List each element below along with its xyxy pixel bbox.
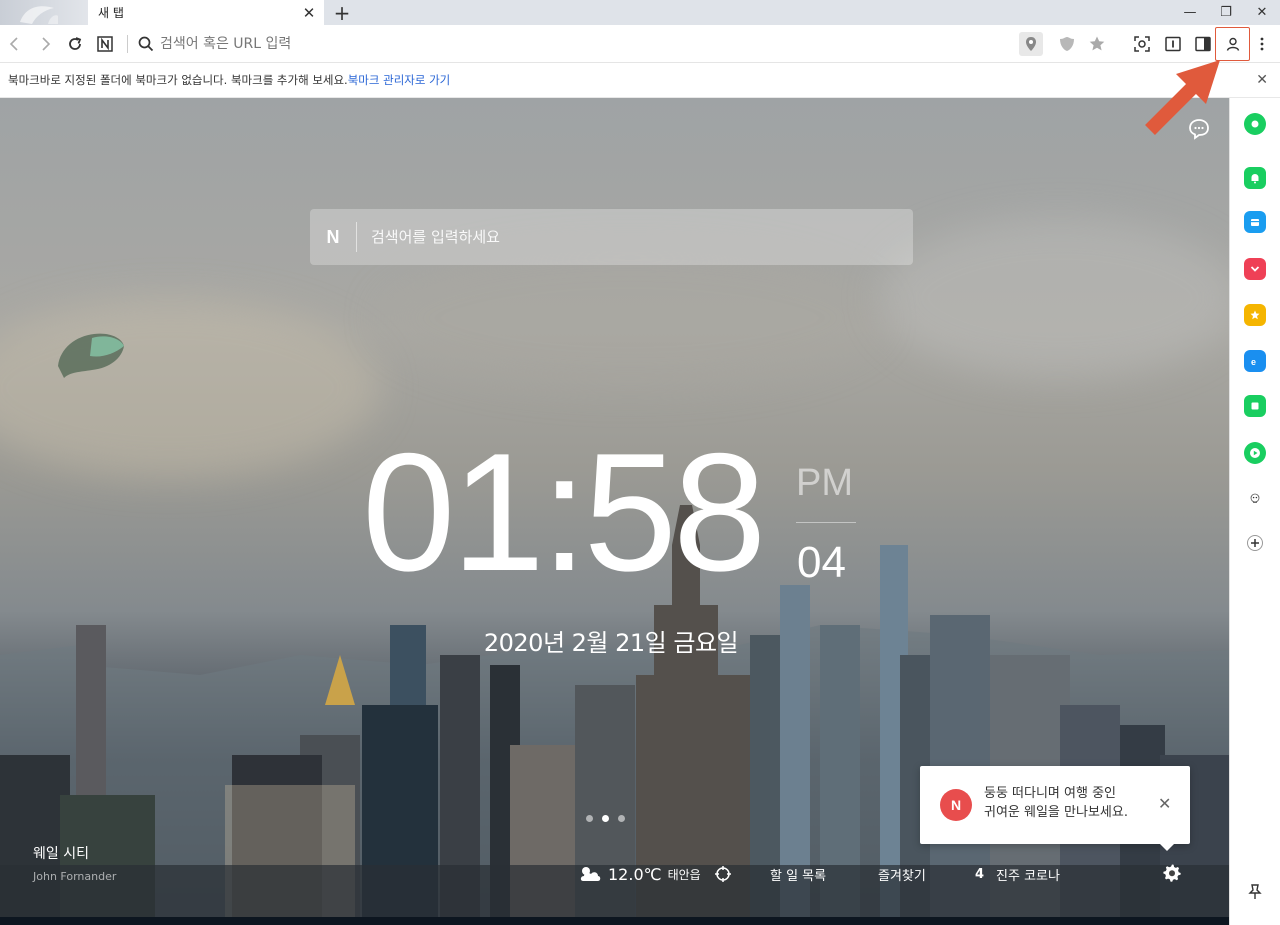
naver-logo-icon: N: [326, 226, 340, 247]
green-circle-app-icon[interactable]: [1244, 113, 1266, 135]
toast-line-2: 귀여운 웨일을 만나보세요.: [984, 805, 1128, 820]
clock-date: 2020년 2월 21일 금요일: [483, 629, 739, 657]
close-window-button[interactable]: ✕: [1244, 0, 1280, 25]
toast-message: 둥둥 떠다니며 여행 중인 귀여운 웨일을 만나보세요.: [984, 784, 1154, 822]
svg-text:e: e: [1251, 357, 1256, 367]
location-icon[interactable]: [1019, 32, 1043, 56]
carousel-dot[interactable]: [602, 815, 609, 822]
weather-city: 태안읍: [667, 867, 701, 882]
whale-intro-toast[interactable]: N 둥둥 떠다니며 여행 중인 귀여운 웨일을 만나보세요. ✕: [920, 766, 1190, 851]
ntp-bottom-bar: 12.0℃ 태안읍 할 일 목록 즐겨찾기 4 진주 코로나: [0, 862, 1229, 886]
forward-icon[interactable]: [33, 32, 57, 56]
locate-icon[interactable]: [714, 862, 732, 886]
todo-list-button[interactable]: 할 일 목록: [770, 862, 826, 886]
menu-icon[interactable]: [1250, 32, 1274, 56]
cloudy-weather-icon: [580, 867, 601, 881]
whale-logo-icon: [20, 6, 58, 24]
character-app-icon[interactable]: [1244, 488, 1266, 510]
reload-icon[interactable]: [63, 32, 87, 56]
wallet-app-icon[interactable]: [1244, 211, 1266, 233]
pin-icon[interactable]: [1246, 883, 1264, 901]
clock-time: 01:58: [362, 418, 766, 606]
carousel-dot[interactable]: [618, 815, 625, 822]
chat-icon[interactable]: [1186, 116, 1212, 142]
profile-icon[interactable]: [1215, 27, 1250, 61]
sidebar-toggle-icon[interactable]: [1191, 32, 1215, 56]
photo-credit-title[interactable]: 웨일 시티: [33, 843, 89, 863]
star-app-icon[interactable]: [1244, 304, 1266, 326]
ntp-search-box[interactable]: N: [310, 209, 913, 265]
square-app-icon[interactable]: [1244, 395, 1266, 417]
shield-icon[interactable]: [1055, 32, 1079, 56]
bookmark-manager-link[interactable]: 북마크 관리자로 가기: [348, 72, 451, 88]
capture-icon[interactable]: [1130, 32, 1154, 56]
tab-strip: 새 탭 ✕ + — ❐ ✕: [0, 0, 1280, 25]
play-app-icon[interactable]: [1244, 442, 1266, 464]
settings-gear-icon[interactable]: [1162, 863, 1182, 883]
new-tab-button[interactable]: +: [330, 0, 354, 25]
restore-button[interactable]: ❐: [1208, 0, 1244, 25]
address-bar-input[interactable]: [160, 33, 760, 55]
sidebar: e: [1229, 98, 1280, 925]
bottom-edge-strip: [0, 917, 1229, 925]
bookmark-bar-message: 북마크바로 지정된 폴더에 북마크가 없습니다. 북마크를 추가해 보세요.: [8, 73, 348, 87]
background-cloud: [880, 218, 1229, 378]
news-ticker[interactable]: 4 진주 코로나: [975, 862, 1060, 886]
favorites-button[interactable]: 즐겨찾기: [878, 862, 926, 886]
floating-whale-icon[interactable]: [52, 328, 130, 380]
add-app-icon[interactable]: [1247, 535, 1263, 551]
clock-seconds: 04: [797, 538, 846, 587]
news-rank: 4: [975, 866, 985, 882]
translate-app-icon[interactable]: e: [1244, 350, 1266, 372]
background-cloud: [0, 298, 380, 478]
bell-app-icon[interactable]: [1244, 167, 1266, 189]
weather-temperature: 12.0℃: [608, 864, 662, 884]
news-headline: 진주 코로나: [996, 868, 1060, 884]
tab-title: 새 탭: [98, 6, 124, 20]
clock-ampm: PM: [796, 462, 853, 504]
naver-n-icon[interactable]: [93, 32, 117, 56]
tab-strip-left-area: [0, 0, 88, 25]
toast-line-1: 둥둥 떠다니며 여행 중인: [984, 786, 1116, 801]
reader-icon[interactable]: [1161, 32, 1185, 56]
star-icon[interactable]: [1085, 32, 1109, 56]
bookmark-bar-close-icon[interactable]: ✕: [1256, 72, 1268, 88]
toast-close-icon[interactable]: ✕: [1158, 794, 1171, 813]
tab-new-tab[interactable]: 새 탭 ✕: [88, 0, 324, 25]
background-cloud: [380, 248, 880, 388]
search-icon: [134, 32, 158, 56]
address-separator: [127, 35, 128, 53]
new-tab-page: N 01:58 PM 04 2020년 2월 21일 금요일 웨일 시티 Joh…: [0, 98, 1229, 925]
carousel-dot[interactable]: [586, 815, 593, 822]
minimize-button[interactable]: —: [1172, 0, 1208, 25]
toast-badge: N: [940, 789, 972, 821]
bookmark-info-bar: 북마크바로 지정된 폴더에 북마크가 없습니다. 북마크를 추가해 보세요. 북마…: [0, 63, 1280, 98]
toast-pointer: [1160, 844, 1174, 851]
toolbar: [0, 25, 1280, 63]
weather-widget[interactable]: 12.0℃ 태안읍: [578, 862, 701, 886]
ntp-search-input[interactable]: [357, 209, 913, 265]
tab-close-icon[interactable]: ✕: [298, 2, 320, 24]
pocket-app-icon[interactable]: [1244, 258, 1266, 280]
carousel-dots: [586, 815, 625, 822]
clock-divider: [796, 522, 856, 523]
back-icon[interactable]: [3, 32, 27, 56]
